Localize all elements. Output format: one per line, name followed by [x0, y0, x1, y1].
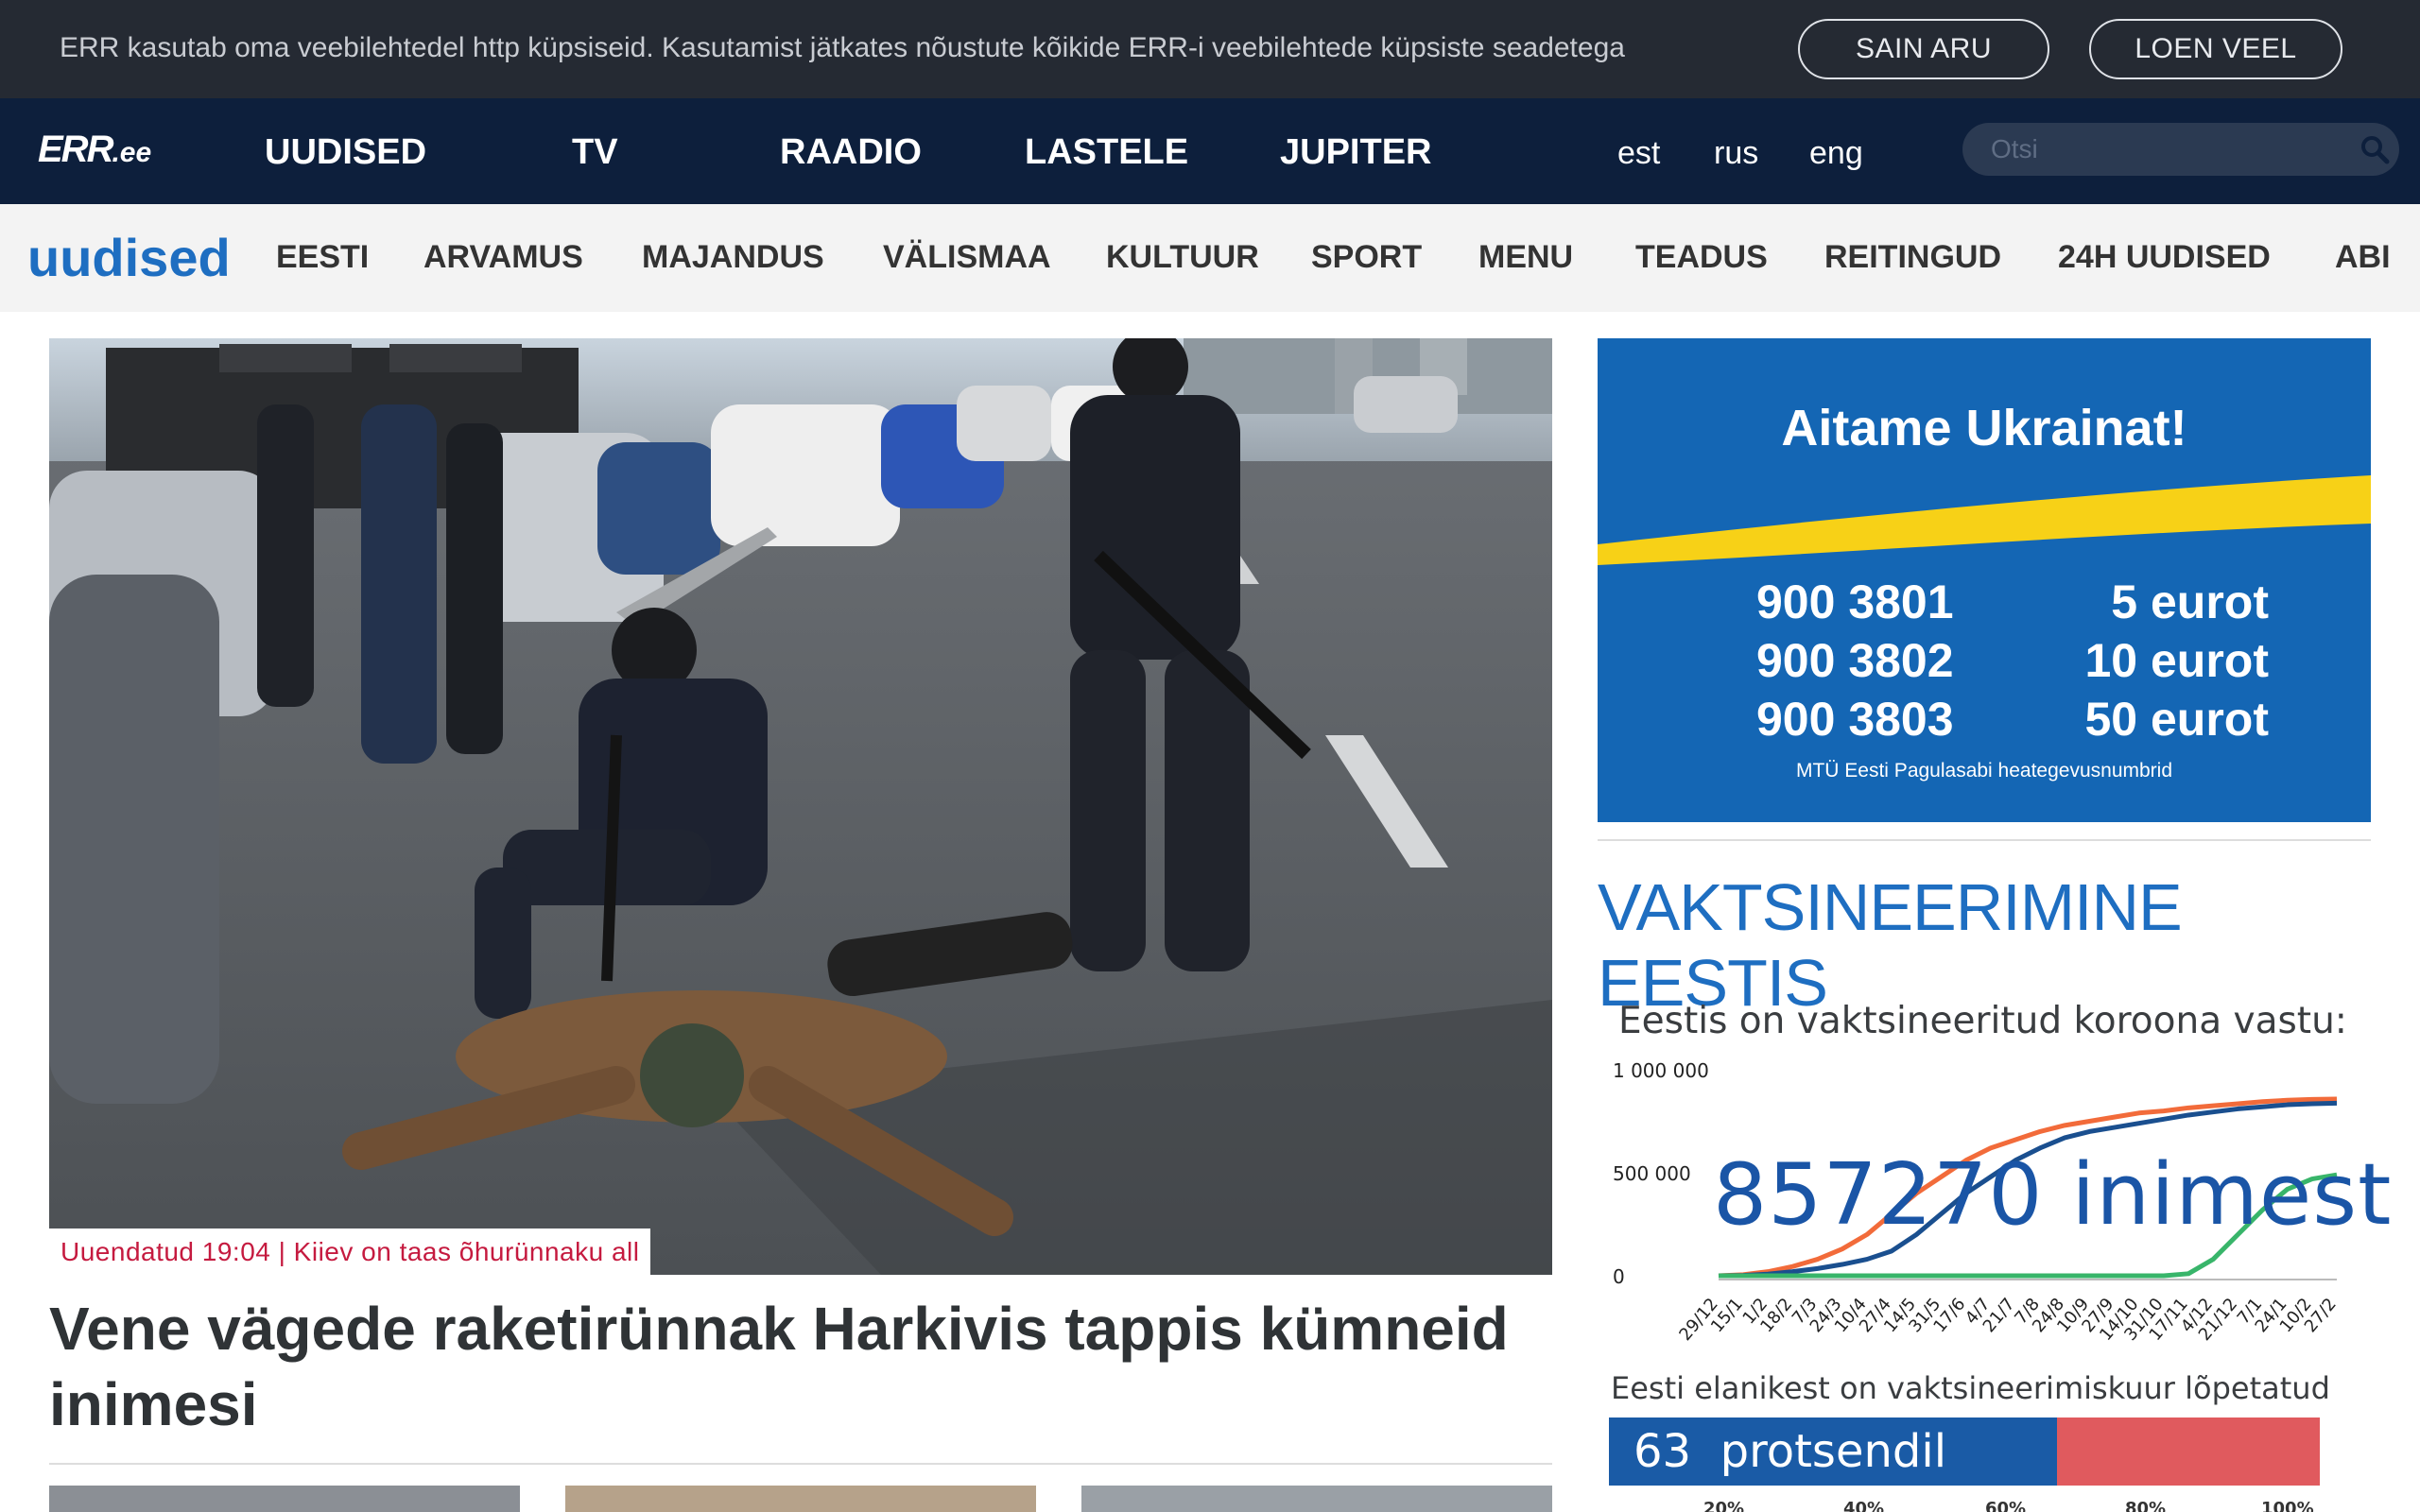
vaccinated-count: 857270 inimest: [1713, 1145, 2392, 1245]
nav-raadio[interactable]: RAADIO: [780, 132, 922, 173]
hero-image[interactable]: [49, 338, 1552, 1275]
completed-progress-bar: 63 protsendil: [1609, 1418, 2320, 1486]
content-divider: [49, 1463, 1552, 1465]
nav-uudised[interactable]: UUDISED: [265, 132, 426, 173]
news-thumbnail[interactable]: [49, 1486, 520, 1512]
completed-percent: 63: [1634, 1425, 1692, 1478]
section-item-sport[interactable]: SPORT: [1311, 239, 1422, 276]
donation-amount: 5 eurot: [2111, 576, 2269, 628]
percent-tick: 100%: [2261, 1499, 2314, 1512]
vaccinated-unit: inimest: [2071, 1145, 2393, 1245]
nav-lastele[interactable]: LASTELE: [1025, 132, 1188, 173]
news-thumbnail[interactable]: [565, 1486, 1036, 1512]
ukraine-banner-caption: MTÜ Eesti Pagulasabi heategevusnumbrid: [1795, 760, 2173, 782]
section-item-reitingud[interactable]: REITINGUD: [1824, 239, 2001, 276]
donation-number: 900 3802: [1756, 634, 1954, 687]
completed-unit: protsendil: [1720, 1425, 1947, 1478]
flag-wave-yellow: [1598, 475, 2371, 565]
section-item-menu[interactable]: MENU: [1478, 239, 1573, 276]
cookie-accept-button[interactable]: SAIN ARU: [1798, 19, 2049, 79]
hero-update-tag[interactable]: Uuendatud 19:04 | Kiiev on taas õhurünna…: [49, 1228, 651, 1276]
lang-eng[interactable]: eng: [1809, 135, 1863, 172]
section-item-eesti[interactable]: EESTI: [276, 239, 369, 276]
donation-amount: 10 eurot: [2084, 634, 2269, 687]
percent-tick: 40%: [1843, 1499, 1885, 1512]
nav-tv[interactable]: TV: [572, 132, 618, 173]
section-item-valismaa[interactable]: VÄLISMAA: [883, 239, 1051, 276]
donation-number: 900 3801: [1756, 576, 1954, 628]
news-thumbnail[interactable]: [1081, 1486, 1552, 1512]
section-logo-uudised[interactable]: uudised: [27, 227, 231, 288]
ukraine-donation-banner[interactable]: Aitame Ukrainat! 900 3801 5 eurot 900 38…: [1598, 338, 2371, 822]
donation-amount: 50 eurot: [2084, 693, 2269, 746]
ukraine-banner-title: Aitame Ukrainat!: [1781, 400, 2187, 456]
lang-rus[interactable]: rus: [1714, 135, 1758, 172]
section-item-24h-uudised[interactable]: 24H UUDISED: [2058, 239, 2271, 276]
percent-tick: 80%: [2125, 1499, 2167, 1512]
cookie-read-more-button[interactable]: LOEN VEEL: [2089, 19, 2342, 79]
search-input[interactable]: [1991, 130, 2350, 168]
y-tick-label: 1 000 000: [1613, 1059, 1709, 1082]
y-tick-label: 500 000: [1613, 1162, 1691, 1185]
section-item-abi[interactable]: ABI: [2335, 239, 2391, 276]
cookie-text: ERR kasutab oma veebilehtedel http küpsi…: [60, 32, 1625, 63]
section-item-arvamus[interactable]: ARVAMUS: [424, 239, 583, 276]
percent-tick: 20%: [1703, 1499, 1745, 1512]
hero-headline[interactable]: Vene vägede raketirünnak Harkivis tappis…: [49, 1291, 1562, 1442]
vaccination-subtitle: Eestis on vaktsineeritud koroona vastu:: [1618, 1000, 2347, 1042]
section-item-majandus[interactable]: MAJANDUS: [642, 239, 824, 276]
search-box: [1962, 123, 2399, 176]
err-logo[interactable]: ERR.ee: [38, 129, 151, 171]
hero-photo: [49, 338, 1552, 1275]
completed-label: Eesti elanikest on vaktsineerimiskuur lõ…: [1611, 1370, 2330, 1406]
vaccinated-number: 857270: [1713, 1145, 2044, 1245]
vaccination-title[interactable]: VAKTSINEERIMINE EESTIS: [1598, 869, 2420, 1021]
logo-suffix: .ee: [112, 137, 152, 168]
nav-jupiter[interactable]: JUPITER: [1280, 132, 1431, 173]
lang-est[interactable]: est: [1617, 135, 1660, 172]
percent-tick: 60%: [1985, 1499, 2027, 1512]
completed-percent-text: 63 protsendil: [1634, 1425, 1946, 1478]
logo-text: ERR: [38, 129, 113, 170]
donation-number: 900 3803: [1756, 693, 1954, 746]
search-icon[interactable]: [2360, 134, 2390, 164]
sidebar-divider: [1598, 839, 2371, 841]
section-item-teadus[interactable]: TEADUS: [1635, 239, 1768, 276]
percent-axis: 20% 40% 60% 80% 100%: [1609, 1499, 2320, 1512]
y-tick-label: 0: [1613, 1265, 1625, 1288]
section-item-kultuur[interactable]: KULTUUR: [1106, 239, 1259, 276]
